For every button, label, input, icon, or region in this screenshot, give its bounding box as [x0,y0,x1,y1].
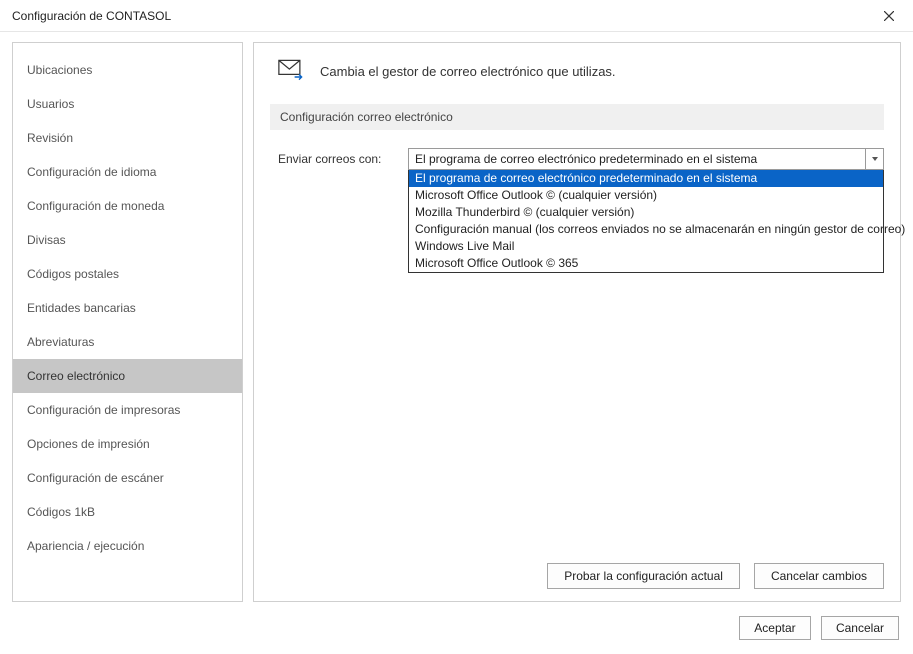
dropdown-option[interactable]: Microsoft Office Outlook © 365 [409,255,883,272]
test-config-button[interactable]: Probar la configuración actual [547,563,740,589]
panel-header-text: Cambia el gestor de correo electrónico q… [320,64,616,79]
cancel-button[interactable]: Cancelar [821,616,899,640]
dropdown-option[interactable]: Microsoft Office Outlook © (cualquier ve… [409,187,883,204]
sidebar-item[interactable]: Configuración de escáner [13,461,242,495]
sidebar-item[interactable]: Códigos 1kB [13,495,242,529]
dialog-footer: Aceptar Cancelar [0,610,913,650]
dropdown-option[interactable]: El programa de correo electrónico predet… [409,170,883,187]
dropdown-option[interactable]: Mozilla Thunderbird © (cualquier versión… [409,204,883,221]
mail-client-select-wrap: El programa de correo electrónico predet… [408,148,884,170]
cancel-changes-button[interactable]: Cancelar cambios [754,563,884,589]
sidebar-item[interactable]: Apariencia / ejecución [13,529,242,563]
sidebar: UbicacionesUsuariosRevisiónConfiguración… [12,42,243,602]
panel-header: Cambia el gestor de correo electrónico q… [270,59,884,84]
section-title: Configuración correo electrónico [270,104,884,130]
mail-client-select[interactable]: El programa de correo electrónico predet… [408,148,884,170]
sidebar-item[interactable]: Entidades bancarias [13,291,242,325]
sidebar-item[interactable]: Ubicaciones [13,53,242,87]
close-icon [884,11,894,21]
sidebar-item[interactable]: Configuración de moneda [13,189,242,223]
content-area: UbicacionesUsuariosRevisiónConfiguración… [0,32,913,610]
sidebar-item[interactable]: Abreviaturas [13,325,242,359]
accept-button[interactable]: Aceptar [739,616,811,640]
sidebar-item[interactable]: Correo electrónico [13,359,242,393]
mail-client-select-value: El programa de correo electrónico predet… [409,149,865,169]
sidebar-item[interactable]: Usuarios [13,87,242,121]
mail-forward-icon [278,59,306,84]
form-row-send-with: Enviar correos con: El programa de corre… [270,148,884,170]
chevron-down-icon[interactable] [865,149,883,169]
window-title: Configuración de CONTASOL [12,9,171,23]
sidebar-item[interactable]: Opciones de impresión [13,427,242,461]
sidebar-item[interactable]: Códigos postales [13,257,242,291]
mail-client-dropdown: El programa de correo electrónico predet… [408,170,884,273]
field-label-send-with: Enviar correos con: [278,148,408,166]
panel-footer: Probar la configuración actual Cancelar … [270,553,884,589]
main-panel: Cambia el gestor de correo electrónico q… [253,42,901,602]
sidebar-item[interactable]: Configuración de impresoras [13,393,242,427]
sidebar-item[interactable]: Configuración de idioma [13,155,242,189]
title-bar: Configuración de CONTASOL [0,0,913,32]
sidebar-item[interactable]: Divisas [13,223,242,257]
dropdown-option[interactable]: Configuración manual (los correos enviad… [409,221,883,238]
sidebar-item[interactable]: Revisión [13,121,242,155]
dropdown-option[interactable]: Windows Live Mail [409,238,883,255]
close-button[interactable] [875,2,903,30]
